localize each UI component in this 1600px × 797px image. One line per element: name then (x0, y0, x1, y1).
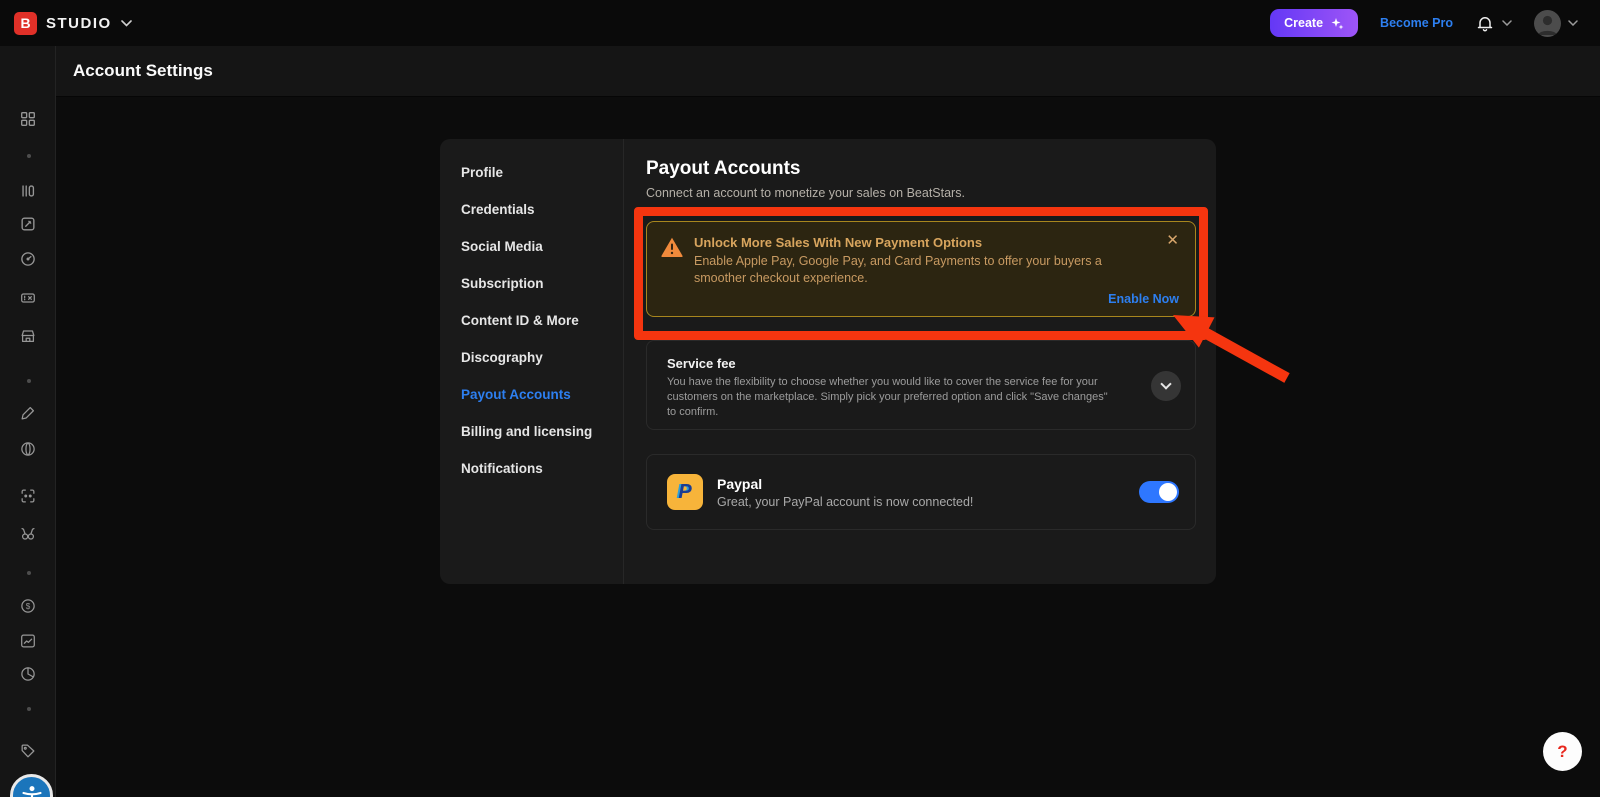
account-menu[interactable] (1534, 10, 1578, 37)
help-button[interactable]: ? (1543, 732, 1582, 771)
chevron-down-icon (1160, 378, 1171, 389)
promo-title: Unlock More Sales With New Payment Optio… (694, 235, 1146, 250)
sidebar-item-services[interactable] (19, 404, 37, 422)
create-button[interactable]: Create (1270, 9, 1358, 37)
enable-now-link[interactable]: Enable Now (1108, 292, 1179, 306)
service-fee-section: Service fee You have the flexibility to … (646, 340, 1196, 430)
deals-tag-icon (19, 742, 37, 760)
paypal-logo-icon: P (667, 474, 703, 510)
paypal-toggle[interactable] (1139, 481, 1179, 503)
payment-options-promo-banner: Unlock More Sales With New Payment Optio… (646, 221, 1196, 317)
sidebar-item-sales[interactable] (19, 632, 37, 650)
sidebar-item-publishing[interactable] (19, 440, 37, 458)
dashboard-grid-icon (19, 110, 37, 128)
promo-body: Enable Apple Pay, Google Pay, and Card P… (694, 253, 1146, 286)
settings-nav-item-content-id[interactable]: Content ID & More (440, 302, 623, 339)
promo-text: Unlock More Sales With New Payment Optio… (694, 235, 1146, 316)
become-pro-link[interactable]: Become Pro (1380, 16, 1453, 30)
beatstars-studio-app: B STUDIO Create Become Pro (0, 0, 1600, 797)
my-media-bars-icon (19, 182, 37, 200)
service-fee-expand-button[interactable] (1151, 371, 1181, 401)
sales-chart-icon (19, 632, 37, 650)
notifications-menu[interactable] (1475, 13, 1512, 33)
settings-nav-item-billing-licensing[interactable]: Billing and licensing (440, 413, 623, 450)
insights-meter-icon (19, 250, 37, 268)
settings-nav-item-payout-accounts[interactable]: Payout Accounts (440, 376, 623, 413)
topbar-actions: Create Become Pro (1270, 9, 1600, 37)
analytics-pie-icon (19, 665, 37, 683)
mastering-scan-icon (19, 487, 37, 505)
paypal-section: P Paypal Great, your PayPal account is n… (646, 454, 1196, 530)
sidebar-item-insights[interactable] (19, 250, 37, 268)
service-fee-description: You have the flexibility to choose wheth… (667, 375, 1115, 420)
beatstars-logo-icon: B (14, 12, 37, 35)
create-button-label: Create (1284, 16, 1323, 30)
sidebar-item-promotions[interactable] (19, 289, 37, 307)
accessibility-person-icon (19, 783, 45, 797)
page-header: Account Settings (56, 46, 1600, 97)
settings-nav-item-credentials[interactable]: Credentials (440, 191, 623, 228)
marketplace-store-icon (19, 327, 37, 345)
notifications-chevron-down-icon (1502, 20, 1512, 26)
top-bar: B STUDIO Create Become Pro (0, 0, 1600, 46)
brand-chevron-down-icon (121, 20, 132, 27)
rail-divider-dot (27, 379, 31, 383)
pencil-icon (19, 404, 37, 422)
sidebar-item-marketplace[interactable] (19, 327, 37, 345)
account-settings-card: Profile Credentials Social Media Subscri… (440, 139, 1216, 584)
sidebar-item-payments[interactable]: $ (19, 597, 37, 615)
settings-nav-item-discography[interactable]: Discography (440, 339, 623, 376)
paypal-texts: Paypal Great, your PayPal account is now… (717, 476, 1125, 509)
settings-nav-item-profile[interactable]: Profile (440, 154, 623, 191)
sidebar-item-my-media[interactable] (19, 182, 37, 200)
promotions-ticket-icon (19, 289, 37, 307)
paypal-toggle-knob (1159, 483, 1177, 501)
sidebar-item-analytics[interactable] (19, 665, 37, 683)
rail-divider-dot (27, 571, 31, 575)
settings-nav-item-social-media[interactable]: Social Media (440, 228, 623, 265)
sidebar-rail: $ (0, 46, 56, 797)
brand-menu[interactable]: B STUDIO (0, 12, 132, 35)
settings-nav-item-subscription[interactable]: Subscription (440, 265, 623, 302)
panel-title: Payout Accounts (646, 158, 1196, 180)
payout-accounts-panel: Payout Accounts Connect an account to mo… (624, 139, 1216, 584)
avatar (1534, 10, 1561, 37)
paypal-status: Great, your PayPal account is now connec… (717, 495, 1125, 509)
panel-subtitle: Connect an account to monetize your sale… (646, 186, 1196, 200)
brand-label: STUDIO (46, 15, 112, 32)
svg-text:$: $ (26, 602, 31, 611)
sidebar-item-sound-kits[interactable] (19, 525, 37, 543)
service-fee-title: Service fee (667, 356, 1181, 371)
account-chevron-down-icon (1568, 20, 1578, 26)
bell-icon (1475, 13, 1495, 33)
accessibility-button[interactable] (10, 774, 53, 797)
paypal-name: Paypal (717, 476, 1125, 492)
sidebar-item-dashboard[interactable] (19, 110, 37, 128)
sidebar-item-deals[interactable] (19, 742, 37, 760)
page-title: Account Settings (56, 61, 213, 81)
sound-kits-drums-icon (19, 525, 37, 543)
contracts-note-icon (19, 215, 37, 233)
sidebar-item-contracts[interactable] (19, 215, 37, 233)
rail-divider-dot (27, 707, 31, 711)
help-button-label: ? (1557, 742, 1567, 762)
publishing-globe-icon (19, 440, 37, 458)
payments-dollar-icon: $ (19, 597, 37, 615)
promo-close-icon[interactable]: ✕ (1166, 232, 1179, 250)
warning-triangle-icon (661, 237, 683, 257)
sidebar-item-mastering[interactable] (19, 487, 37, 505)
rail-divider-dot (27, 154, 31, 158)
sparkle-icon (1331, 17, 1344, 30)
settings-nav: Profile Credentials Social Media Subscri… (440, 139, 624, 584)
settings-nav-item-notifications[interactable]: Notifications (440, 450, 623, 487)
